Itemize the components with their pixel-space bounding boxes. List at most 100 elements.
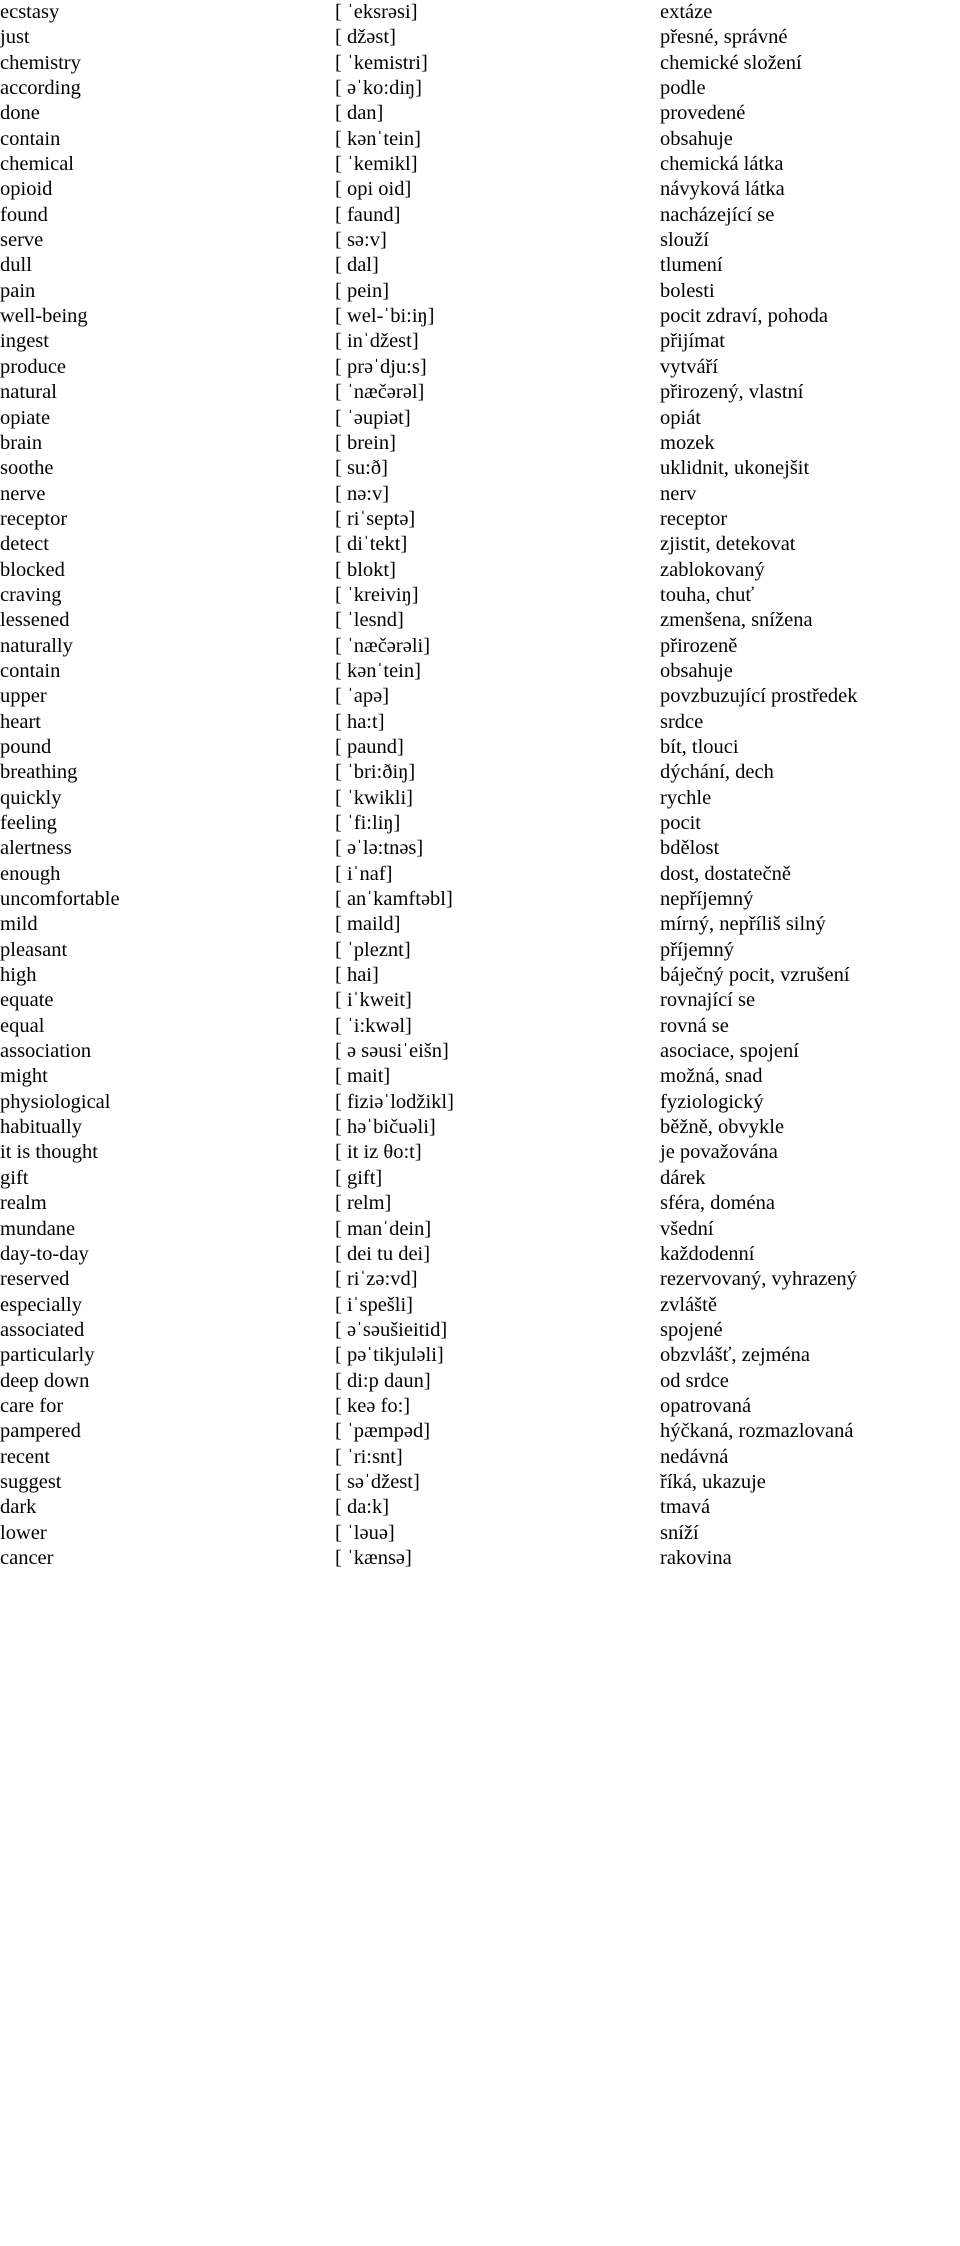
phonetic-transcription: [ kənˈtein] bbox=[335, 127, 421, 150]
english-word: soothe bbox=[0, 457, 54, 480]
phonetic-transcription: [ dal] bbox=[335, 254, 379, 277]
czech-translation: obsahuje bbox=[660, 127, 733, 150]
vocabulary-row: uncomfortable [ anˈkamftəbl] nepříjemný bbox=[0, 887, 960, 912]
phonetic-transcription: [ ˈpæmpəd] bbox=[335, 1420, 431, 1443]
english-word: just bbox=[0, 26, 30, 49]
phonetic-transcription: [ ˈpleznt] bbox=[335, 938, 411, 961]
vocabulary-row: opioid [ opi oid] návyková látka bbox=[0, 177, 960, 202]
czech-translation: dost, dostatečně bbox=[660, 862, 791, 885]
vocabulary-row: care for [ keə fo:] opatrovaná bbox=[0, 1394, 960, 1419]
czech-translation: od srdce bbox=[660, 1369, 729, 1392]
phonetic-transcription: [ blokt] bbox=[335, 558, 396, 581]
english-word: produce bbox=[0, 355, 67, 378]
czech-translation: zjistit, detekovat bbox=[660, 533, 796, 556]
vocabulary-row: brain [ brein] mozek bbox=[0, 431, 960, 456]
czech-translation: zvláště bbox=[660, 1293, 717, 1316]
vocabulary-row: it is thought [ it iz θo:t] je považována bbox=[0, 1140, 960, 1165]
vocabulary-row: blocked [ blokt] zablokovaný bbox=[0, 558, 960, 583]
phonetic-transcription: [ ˈləuə] bbox=[335, 1521, 395, 1544]
vocabulary-row: realm [ relm] sféra, doména bbox=[0, 1191, 960, 1216]
czech-translation: slouží bbox=[660, 229, 709, 252]
phonetic-transcription: [ su:ð] bbox=[335, 457, 388, 480]
czech-translation: povzbuzující prostředek bbox=[660, 685, 858, 708]
english-word: high bbox=[0, 964, 37, 987]
phonetic-transcription: [ di:p daun] bbox=[335, 1369, 431, 1392]
czech-translation: rakovina bbox=[660, 1546, 732, 1569]
phonetic-transcription: [ əˈko:diŋ] bbox=[335, 77, 422, 100]
vocabulary-row: ingest [ inˈdžest] přijímat bbox=[0, 329, 960, 354]
phonetic-transcription: [ dan] bbox=[335, 102, 384, 125]
vocabulary-row: serve [ sə:v] slouží bbox=[0, 228, 960, 253]
czech-translation: běžně, obvykle bbox=[660, 1116, 785, 1139]
english-word: mild bbox=[0, 913, 38, 936]
vocabulary-row: heart [ ha:t] srdce bbox=[0, 710, 960, 735]
vocabulary-row: detect [ diˈtekt] zjistit, detekovat bbox=[0, 532, 960, 557]
english-word: chemistry bbox=[0, 51, 81, 74]
czech-translation: hýčkaná, rozmazlovaná bbox=[660, 1420, 854, 1443]
english-word: natural bbox=[0, 381, 57, 404]
english-word: detect bbox=[0, 533, 49, 556]
czech-translation: bolesti bbox=[660, 279, 715, 302]
czech-translation: vytváří bbox=[660, 355, 719, 378]
vocabulary-row: might [ mait] možná, snad bbox=[0, 1064, 960, 1089]
phonetic-transcription: [ riˈzə:vd] bbox=[335, 1268, 418, 1291]
czech-translation: touha, chuť bbox=[660, 583, 755, 606]
czech-translation: fyziologický bbox=[660, 1090, 764, 1113]
english-word: dull bbox=[0, 254, 32, 277]
english-word: dark bbox=[0, 1496, 37, 1519]
czech-translation: nerv bbox=[660, 482, 697, 505]
czech-translation: rovná se bbox=[660, 1014, 729, 1037]
czech-translation: dýchání, dech bbox=[660, 761, 774, 784]
vocabulary-row: opiate [ ˈəupiət] opiát bbox=[0, 406, 960, 431]
phonetic-transcription: [ ˈi:kwəl] bbox=[335, 1014, 412, 1037]
vocabulary-row: equate [ iˈkweit] rovnající se bbox=[0, 988, 960, 1013]
english-word: serve bbox=[0, 229, 44, 252]
english-word: opioid bbox=[0, 178, 53, 201]
czech-translation: návyková látka bbox=[660, 178, 785, 201]
czech-translation: obzvlášť, zejména bbox=[660, 1344, 810, 1367]
english-word: reserved bbox=[0, 1268, 70, 1291]
czech-translation: rovnající se bbox=[660, 989, 756, 1012]
vocabulary-row: equal [ ˈi:kwəl] rovná se bbox=[0, 1014, 960, 1039]
phonetic-transcription: [ faund] bbox=[335, 203, 401, 226]
phonetic-transcription: [ ˈkemistri] bbox=[335, 51, 428, 74]
phonetic-transcription: [ ˈnæčərəl] bbox=[335, 381, 425, 404]
phonetic-transcription: [ ˈkænsə] bbox=[335, 1546, 412, 1569]
vocabulary-row: deep down [ di:p daun] od srdce bbox=[0, 1369, 960, 1394]
vocabulary-row: lessened [ ˈlesnd] zmenšena, snížena bbox=[0, 608, 960, 633]
vocabulary-row: natural [ ˈnæčərəl] přirozený, vlastní bbox=[0, 380, 960, 405]
phonetic-transcription: [ ˈnæčərəli] bbox=[335, 634, 431, 657]
english-word: cancer bbox=[0, 1546, 54, 1569]
vocabulary-row: receptor [ riˈseptə] receptor bbox=[0, 507, 960, 532]
vocabulary-row: day-to-day [ dei tu dei] každodenní bbox=[0, 1242, 960, 1267]
czech-translation: rychle bbox=[660, 786, 712, 809]
phonetic-transcription: [ brein] bbox=[335, 431, 396, 454]
phonetic-transcription: [ relm] bbox=[335, 1192, 392, 1215]
english-word: mundane bbox=[0, 1217, 76, 1240]
phonetic-transcription: [ ˈkwikli] bbox=[335, 786, 413, 809]
phonetic-transcription: [ ˈkreiviŋ] bbox=[335, 583, 419, 606]
phonetic-transcription: [ ha:t] bbox=[335, 710, 385, 733]
czech-translation: srdce bbox=[660, 710, 704, 733]
czech-translation: bít, tlouci bbox=[660, 735, 739, 758]
phonetic-transcription: [ keə fo:] bbox=[335, 1394, 411, 1417]
english-word: contain bbox=[0, 659, 61, 682]
czech-translation: pocit zdraví, pohoda bbox=[660, 305, 828, 328]
vocabulary-row: found [ faund] nacházející se bbox=[0, 203, 960, 228]
phonetic-transcription: [ dei tu dei] bbox=[335, 1242, 431, 1265]
czech-translation: přirozený, vlastní bbox=[660, 381, 804, 404]
vocabulary-row: contain [ kənˈtein] obsahuje bbox=[0, 659, 960, 684]
czech-translation: každodenní bbox=[660, 1242, 755, 1265]
english-word: care for bbox=[0, 1394, 64, 1417]
english-word: association bbox=[0, 1040, 92, 1063]
vocabulary-row: suggest [ səˈdžest] říká, ukazuje bbox=[0, 1470, 960, 1495]
vocabulary-row: pain [ pein] bolesti bbox=[0, 279, 960, 304]
phonetic-transcription: [ ˈapə] bbox=[335, 685, 390, 708]
czech-translation: asociace, spojení bbox=[660, 1040, 799, 1063]
english-word: according bbox=[0, 77, 81, 100]
vocabulary-row: particularly [ pəˈtikjuləli] obzvlášť, zej… bbox=[0, 1343, 960, 1368]
english-word: lessened bbox=[0, 609, 70, 632]
english-word: quickly bbox=[0, 786, 62, 809]
english-word: craving bbox=[0, 583, 62, 606]
english-word: might bbox=[0, 1065, 48, 1088]
